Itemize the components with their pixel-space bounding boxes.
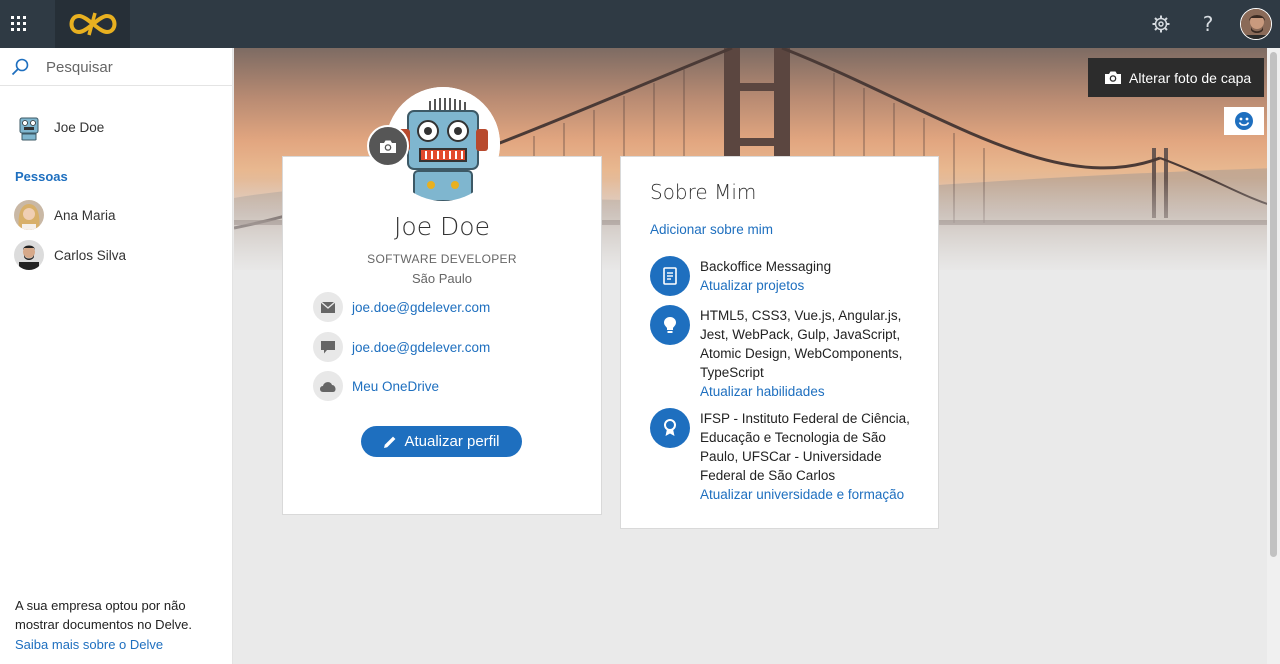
sidebar-footer: A sua empresa optou por não mostrar docu… bbox=[15, 596, 220, 654]
skills-text: HTML5, CSS3, Vue.js, Angular.js, Jest, W… bbox=[700, 308, 903, 380]
mail-icon bbox=[313, 292, 343, 322]
sidebar-item-carlos-silva[interactable]: Carlos Silva bbox=[14, 240, 126, 270]
add-about-link[interactable]: Adicionar sobre mim bbox=[650, 222, 773, 237]
help-icon[interactable]: ? bbox=[1188, 0, 1228, 48]
contact-onedrive: Meu OneDrive bbox=[313, 371, 439, 401]
about-skills: HTML5, CSS3, Vue.js, Angular.js, Jest, W… bbox=[650, 305, 920, 400]
about-projects: Backoffice Messaging Atualizar projetos bbox=[650, 256, 920, 298]
profile-city: São Paulo bbox=[412, 271, 472, 286]
chat-link[interactable]: joe.doe@gdelever.com bbox=[352, 340, 490, 355]
sidebar-me-name: Joe Doe bbox=[54, 119, 105, 135]
about-title: Sobre Mim bbox=[650, 180, 757, 204]
projects-text: Backoffice Messaging bbox=[700, 259, 832, 274]
sidebar-item-me[interactable]: Joe Doe bbox=[14, 112, 104, 142]
about-education: IFSP - Instituto Federal de Ciência, Edu… bbox=[650, 408, 920, 503]
top-bar: ? bbox=[0, 0, 1280, 48]
smiley-icon bbox=[1235, 112, 1253, 130]
learn-more-link[interactable]: Saiba mais sobre o Delve bbox=[15, 635, 220, 654]
infinity-logo[interactable] bbox=[55, 0, 130, 48]
notebook-icon bbox=[650, 256, 690, 296]
sidebar-person-name: Carlos Silva bbox=[54, 247, 127, 263]
sidebar: Joe Doe Pessoas Ana Maria Carlos Silva bbox=[0, 48, 233, 664]
robot-avatar bbox=[14, 112, 44, 142]
contact-chat: joe.doe@gdelever.com bbox=[313, 332, 490, 362]
change-photo-button[interactable] bbox=[367, 125, 409, 167]
scrollbar-thumb[interactable] bbox=[1270, 52, 1277, 557]
search-bar bbox=[0, 48, 233, 86]
update-profile-button[interactable]: Atualizar perfil bbox=[361, 426, 522, 457]
avatar-image bbox=[1240, 8, 1272, 40]
ribbon-icon bbox=[650, 408, 690, 448]
onedrive-link[interactable]: Meu OneDrive bbox=[352, 379, 439, 394]
change-cover-button[interactable]: Alterar foto de capa bbox=[1088, 58, 1264, 97]
chat-icon bbox=[313, 332, 343, 362]
waffle-icon[interactable] bbox=[0, 0, 38, 48]
update-skills-link[interactable]: Atualizar habilidades bbox=[700, 382, 915, 401]
email-link[interactable]: joe.doe@gdelever.com bbox=[352, 300, 490, 315]
pencil-icon bbox=[384, 436, 396, 448]
help-label: ? bbox=[1202, 12, 1214, 36]
update-education-link[interactable]: Atualizar universidade e formação bbox=[700, 485, 915, 504]
person-avatar bbox=[14, 240, 44, 270]
search-input[interactable] bbox=[46, 54, 226, 80]
sidebar-item-ana-maria[interactable]: Ana Maria bbox=[14, 200, 116, 230]
feedback-smiley-button[interactable] bbox=[1224, 107, 1264, 135]
job-title: SOFTWARE DEVELOPER bbox=[367, 252, 517, 266]
camera-icon bbox=[380, 140, 396, 153]
change-cover-label: Alterar foto de capa bbox=[1129, 69, 1252, 86]
lightbulb-icon bbox=[650, 305, 690, 345]
scrollbar[interactable] bbox=[1267, 48, 1280, 664]
contact-email: joe.doe@gdelever.com bbox=[313, 292, 490, 322]
education-text: IFSP - Instituto Federal de Ciência, Edu… bbox=[700, 411, 910, 483]
person-avatar bbox=[14, 200, 44, 230]
gear-icon[interactable] bbox=[1141, 0, 1181, 48]
user-avatar[interactable] bbox=[1236, 0, 1276, 48]
cloud-icon bbox=[313, 371, 343, 401]
people-heading: Pessoas bbox=[15, 169, 68, 184]
update-profile-label: Atualizar perfil bbox=[404, 433, 500, 450]
search-icon[interactable] bbox=[11, 58, 29, 81]
camera-icon bbox=[1105, 71, 1121, 84]
sidebar-person-name: Ana Maria bbox=[54, 207, 116, 223]
update-projects-link[interactable]: Atualizar projetos bbox=[700, 276, 915, 295]
profile-name: Joe Doe bbox=[394, 212, 490, 241]
footer-text: A sua empresa optou por não mostrar docu… bbox=[15, 598, 193, 632]
